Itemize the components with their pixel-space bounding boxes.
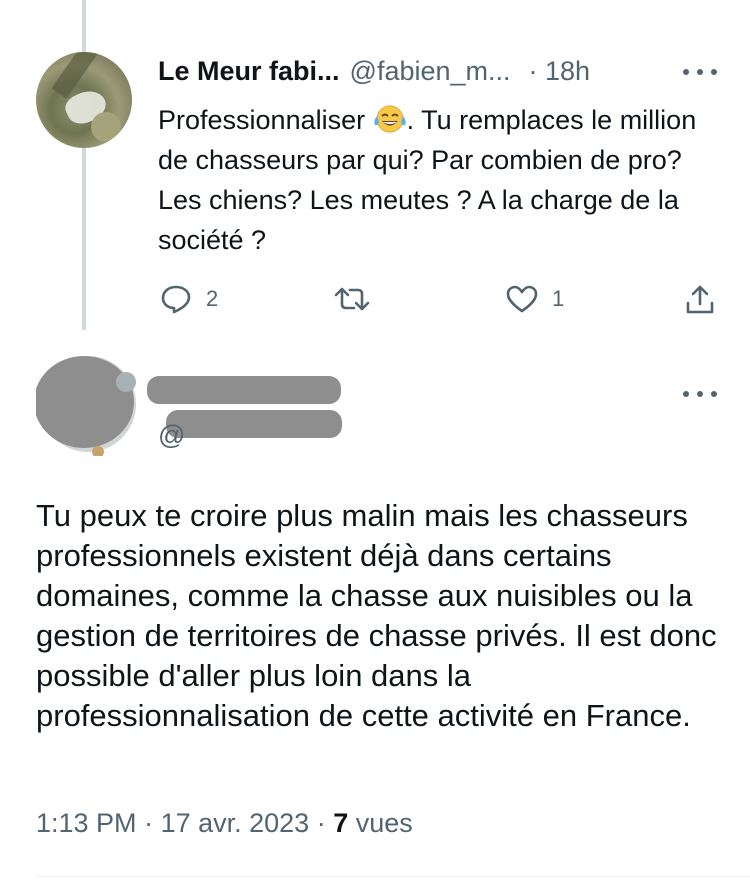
share-icon [684, 284, 716, 316]
divider [36, 876, 750, 877]
views-label: vues [355, 808, 413, 838]
reply-text: Professionnaliser . Tu remplaces le mill… [158, 100, 718, 260]
reply-button[interactable]: 2 [160, 284, 218, 314]
more-icon[interactable] [683, 67, 717, 77]
redacted-handle [166, 410, 342, 438]
face-with-tears-of-joy-emoji [373, 104, 407, 134]
like-button[interactable]: 1 [506, 284, 564, 314]
retweet-button[interactable] [334, 284, 384, 314]
tweet-actions: 2 1 [158, 284, 718, 318]
user-handle[interactable]: @ [158, 420, 185, 451]
thread-connector-line [82, 0, 86, 330]
reply-count: 2 [206, 286, 219, 311]
user-handle[interactable]: @fabien_m... [350, 56, 511, 86]
share-button[interactable] [684, 284, 716, 316]
tweet-date[interactable]: 17 avr. 2023 [161, 808, 310, 838]
tweet-metadata: 1:13 PM · 17 avr. 2023 · 7 vues [36, 808, 413, 838]
like-count: 1 [552, 286, 565, 311]
more-icon[interactable] [683, 389, 717, 399]
like-icon [506, 284, 538, 314]
reply-text-part: Professionnaliser [158, 105, 373, 135]
tweet-time[interactable]: 1:13 PM [36, 808, 137, 838]
timestamp[interactable]: · 18h [529, 56, 591, 86]
views-count: 7 [333, 808, 349, 838]
retweet-icon [334, 284, 370, 314]
redacted-display-name [147, 376, 341, 404]
avatar[interactable] [36, 52, 132, 148]
tweet-text: Tu peux te croire plus malin mais les ch… [36, 498, 717, 733]
reply-header: Le Meur fabi... @fabien_m... · 18h [158, 56, 590, 87]
avatar-redacted[interactable] [34, 352, 140, 458]
display-name[interactable]: Le Meur fabi... [158, 56, 340, 86]
reply-icon [160, 284, 192, 314]
tweet-thread: Le Meur fabi... @fabien_m... · 18h Profess… [0, 0, 750, 880]
